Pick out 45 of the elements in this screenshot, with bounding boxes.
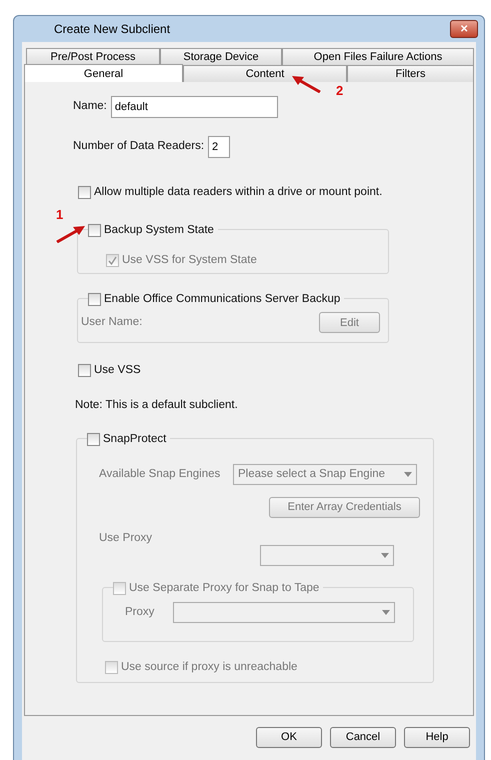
dialog-button[interactable]: Help [404,727,470,748]
tab[interactable]: Pre/Post Process [26,48,160,65]
checkbox-label: Allow multiple data readers within a drive or mount point. [94,185,382,200]
dropdown-caret-icon [404,472,412,477]
checkbox-label: Use VSS for System State [122,253,257,268]
note-text: Note: This is a default subclient. [75,398,239,412]
snap-engine-select[interactable]: Please select a Snap Engine [233,464,417,485]
callout-number: 1 [56,208,64,222]
arrow-icon [56,225,86,244]
field-label: Proxy [125,604,156,620]
checkbox[interactable] [78,186,91,200]
tab[interactable]: Storage Device [160,48,282,65]
credentials-button[interactable]: Enter Array Credentials [269,496,420,518]
field-label: Available Snap Engines [99,466,222,482]
dropdown-caret-icon [381,553,389,558]
dialog-button[interactable]: OK [256,727,322,748]
tab[interactable]: General [24,64,183,84]
proxy-select[interactable] [173,602,395,623]
checkbox[interactable] [88,224,101,238]
proxy-select[interactable] [260,545,394,566]
arrow-icon [291,75,321,93]
tab[interactable]: Open Files Failure Actions [282,48,474,65]
checkbox-label: Use Separate Proxy for Snap to Tape [129,581,320,596]
readers-field[interactable]: 2 [208,136,230,158]
window-title: Create New Subclient [54,21,170,38]
field-label: Name: [73,99,107,114]
checkbox-label: Enable Office Communications Server Backup [104,292,340,308]
tab[interactable]: Content [183,65,347,83]
checkbox[interactable] [87,432,100,446]
dropdown-caret-icon [382,610,390,615]
field-label: Number of Data Readers: [73,139,204,154]
tab[interactable]: Filters [347,65,474,83]
checkbox-label: SnapProtect [103,432,166,447]
checkbox-label: Backup System State [104,223,214,238]
checkbox-label: Use VSS [94,363,141,378]
callout-number: 2 [336,84,344,97]
checkbox-label: Use source if proxy is unreachable [121,660,298,675]
checkbox[interactable] [88,293,101,306]
field-label: User Name: [81,315,142,330]
select-value: Please select a Snap Engine [238,466,386,482]
edit-button[interactable]: Edit [319,312,380,334]
name-field[interactable]: default [110,96,278,118]
checkbox[interactable] [78,364,91,378]
field-label: Use Proxy [99,530,154,546]
dialog-button[interactable]: Cancel [330,727,396,748]
